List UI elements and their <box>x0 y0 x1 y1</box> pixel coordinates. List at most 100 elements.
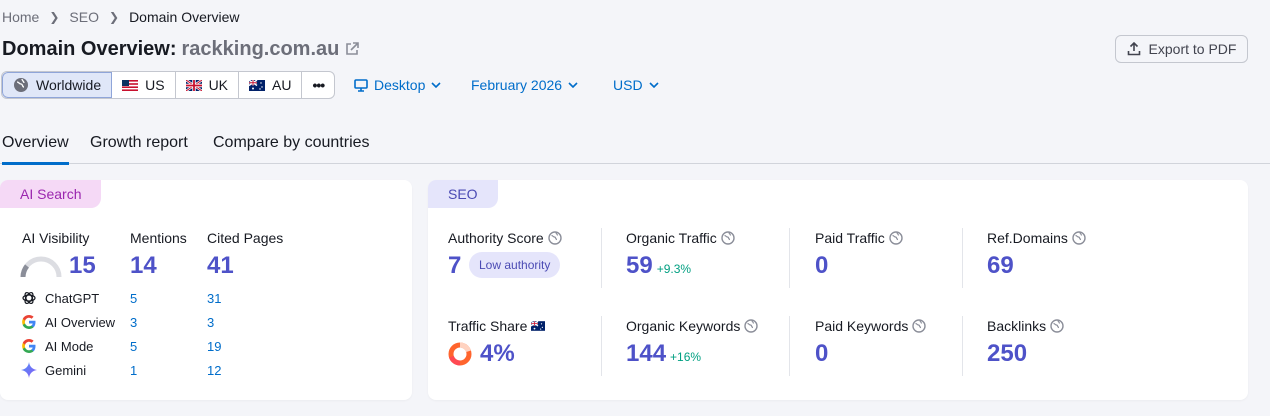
tab-compare-by-countries[interactable]: Compare by countries <box>213 134 370 163</box>
ref-domains-value[interactable]: 69 <box>987 252 1014 280</box>
chevron-down-icon <box>648 82 659 88</box>
traffic-share-value[interactable]: 4% <box>480 340 515 368</box>
us-flag-icon <box>122 79 139 91</box>
region-uk[interactable]: UK <box>176 72 240 98</box>
info-globe-icon[interactable] <box>744 319 759 333</box>
source-mentions[interactable]: 5 <box>130 291 137 306</box>
paid-keywords-value[interactable]: 0 <box>815 340 828 368</box>
export-pdf-label: Export to PDF <box>1148 41 1237 57</box>
traffic-share-donut-icon <box>448 342 472 366</box>
info-globe-icon[interactable] <box>889 231 903 245</box>
ai-search-card: AI Search AI Visibility 15 Mentions 14 C… <box>0 180 412 400</box>
export-pdf-button[interactable]: Export to PDF <box>1115 35 1248 63</box>
region-us[interactable]: US <box>112 72 176 98</box>
ai-visibility-gauge-icon <box>20 256 62 278</box>
traffic-share-label: Traffic Share <box>448 318 546 334</box>
device-dropdown[interactable]: Desktop <box>354 77 441 93</box>
ref-domains-text: Ref.Domains <box>987 230 1068 246</box>
currency-dropdown-label: USD <box>613 77 643 93</box>
paid-traffic-value[interactable]: 0 <box>815 252 828 280</box>
chevron-down-icon <box>568 82 578 88</box>
backlinks-label: Backlinks <box>987 318 1064 334</box>
chevron-right-icon: ❯ <box>109 10 120 24</box>
info-globe-icon[interactable] <box>721 231 735 245</box>
region-au[interactable]: AU <box>239 72 303 98</box>
source-cited[interactable]: 19 <box>207 339 221 354</box>
chevron-right-icon: ❯ <box>49 10 60 24</box>
tab-overview[interactable]: Overview <box>2 134 69 165</box>
source-row-ai-mode: AI Mode <box>21 338 93 354</box>
google-icon <box>22 315 36 329</box>
ai-search-tag: AI Search <box>0 180 102 208</box>
mentions-value[interactable]: 14 <box>130 252 157 280</box>
chatgpt-icon <box>22 291 36 305</box>
info-globe-icon[interactable] <box>912 319 927 333</box>
currency-dropdown[interactable]: USD <box>613 77 659 93</box>
organic-keywords-number: 144 <box>626 340 667 367</box>
info-globe-icon[interactable] <box>1072 231 1086 245</box>
authority-score-text: Authority Score <box>448 230 544 246</box>
organic-traffic-label: Organic Traffic <box>626 230 735 246</box>
authority-level-badge: Low authority <box>469 252 561 278</box>
paid-keywords-text: Paid Keywords <box>815 318 909 334</box>
breadcrumb-home[interactable]: Home <box>2 9 39 25</box>
uk-flag-icon <box>185 79 202 91</box>
source-row-gemini: Gemini <box>21 362 86 378</box>
au-flag-icon <box>531 321 546 331</box>
backlinks-value[interactable]: 250 <box>987 340 1027 368</box>
tab-growth-report[interactable]: Growth report <box>90 134 188 163</box>
source-name: AI Mode <box>45 338 94 354</box>
page-title-domain[interactable]: rackking.com.au <box>182 38 340 61</box>
region-selector: Worldwide US UK AU ••• <box>1 71 336 99</box>
source-name: AI Overview <box>45 314 116 330</box>
region-worldwide[interactable]: Worldwide <box>2 72 113 98</box>
traffic-share-text: Traffic Share <box>448 318 528 334</box>
backlinks-text: Backlinks <box>987 318 1047 334</box>
breadcrumb-current: Domain Overview <box>129 9 240 25</box>
external-link-icon[interactable] <box>345 42 360 56</box>
organic-keywords-delta: +16% <box>670 350 702 364</box>
authority-score-label: Authority Score <box>448 230 562 246</box>
organic-traffic-value[interactable]: 59 +9.3% <box>626 252 691 280</box>
breadcrumb-seo[interactable]: SEO <box>69 9 99 25</box>
region-us-label: US <box>145 77 165 93</box>
source-name: ChatGPT <box>45 290 100 306</box>
ref-domains-label: Ref.Domains <box>987 230 1086 246</box>
cited-pages-value[interactable]: 41 <box>207 252 234 280</box>
organic-traffic-delta: +9.3% <box>656 262 692 276</box>
organic-traffic-number: 59 <box>626 252 653 279</box>
breadcrumb: Home ❯ SEO ❯ Domain Overview <box>2 8 240 26</box>
region-au-label: AU <box>272 77 292 93</box>
page-title: Domain Overview: rackking.com.au <box>2 36 360 62</box>
seo-tag: SEO <box>428 180 498 208</box>
google-icon <box>22 339 36 353</box>
tab-bar: Overview Growth report Compare by countr… <box>0 132 1270 165</box>
authority-score-value[interactable]: 7 <box>448 252 461 280</box>
mentions-label: Mentions <box>130 230 187 246</box>
source-cited[interactable]: 31 <box>207 291 221 306</box>
globe-icon <box>14 78 28 92</box>
date-dropdown[interactable]: February 2026 <box>471 77 578 93</box>
more-regions-button[interactable]: ••• <box>302 72 334 98</box>
source-mentions[interactable]: 3 <box>130 315 137 330</box>
region-uk-label: UK <box>208 77 229 93</box>
source-mentions[interactable]: 5 <box>130 339 137 354</box>
source-mentions[interactable]: 1 <box>130 363 137 378</box>
info-globe-icon[interactable] <box>548 231 562 245</box>
organic-keywords-value[interactable]: 144 +16% <box>626 340 701 368</box>
seo-card: SEO Authority Score 7 Low authority Orga… <box>428 180 1248 400</box>
paid-traffic-text: Paid Traffic <box>815 230 885 246</box>
organic-keywords-text: Organic Keywords <box>626 318 741 334</box>
source-cited[interactable]: 3 <box>207 315 214 330</box>
source-row-ai-overview: AI Overview <box>21 314 115 330</box>
cited-pages-label: Cited Pages <box>207 230 284 246</box>
ai-visibility-label: AI Visibility <box>22 230 90 246</box>
gemini-icon <box>21 362 37 378</box>
info-globe-icon[interactable] <box>1050 319 1064 333</box>
date-dropdown-label: February 2026 <box>471 77 563 93</box>
export-icon <box>1127 42 1140 56</box>
au-flag-icon <box>249 79 266 91</box>
ai-visibility-value[interactable]: 15 <box>69 252 96 280</box>
desktop-icon <box>354 78 368 92</box>
source-cited[interactable]: 12 <box>207 363 221 378</box>
